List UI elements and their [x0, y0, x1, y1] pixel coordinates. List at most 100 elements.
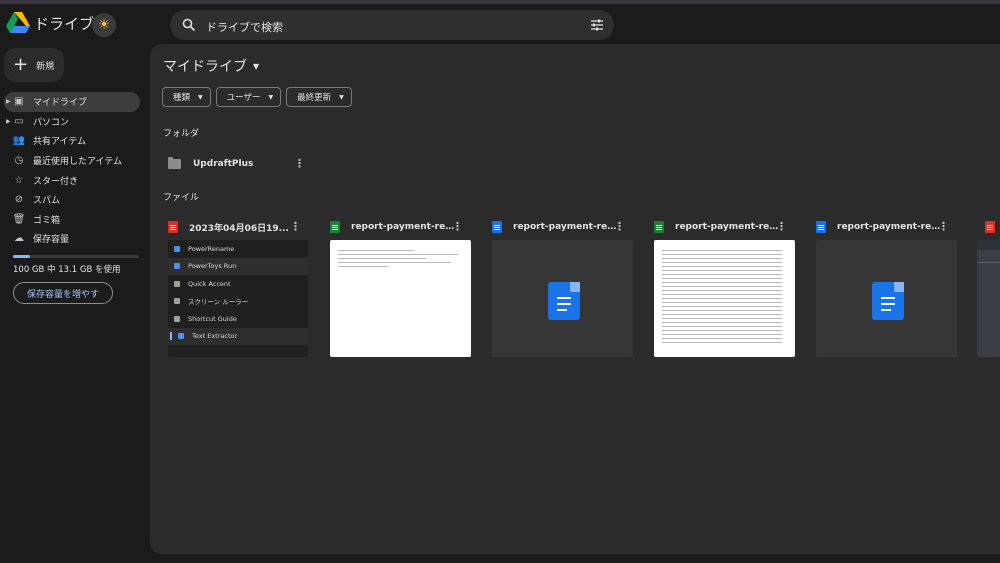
image-file-icon: [168, 221, 178, 233]
sidebar-item-computers[interactable]: ▶ ▭ パソコン: [4, 112, 140, 132]
sidebar-item-label: ゴミ箱: [33, 215, 61, 226]
sidebar-item-starred[interactable]: ☆ スター付き: [4, 170, 140, 190]
recent-icon: ◷: [14, 155, 24, 167]
app-title: ドライブ: [34, 14, 95, 33]
spreadsheet-preview: [662, 250, 788, 346]
more-options-icon[interactable]: ⋮: [938, 220, 949, 233]
thumbnail-menu-item: PowerToys Run: [168, 257, 308, 275]
sidebar-nav: ▶ ▣ マイドライブ ▶ ▭ パソコン 👥 共有アイテム ◷ 最近使用したアイテ…: [4, 92, 140, 249]
sheets-file-icon: [654, 221, 664, 233]
sheets-file-icon: [330, 221, 340, 233]
sidebar-item-shared[interactable]: 👥 共有アイテム: [4, 131, 140, 151]
image-file-icon: [985, 221, 995, 233]
filter-type-chip[interactable]: 種類 ▼: [162, 87, 211, 107]
file-card-header: report-payment-res... ⋮: [648, 214, 803, 240]
file-card[interactable]: report-payment-res... ⋮: [648, 214, 803, 360]
header: ドライブ ☀ ドライブで検索: [0, 4, 1000, 44]
file-name: report-payment-res...: [675, 222, 783, 232]
file-thumbnail: [330, 240, 471, 357]
file-card[interactable]: report-payment-res... ⋮: [810, 214, 965, 360]
file-card-header: report-payment-res... ⋮: [324, 214, 479, 240]
thumbnail-menu-item: スクリーン ルーラー: [168, 293, 308, 311]
file-name: report-payment-res...: [837, 222, 945, 232]
search-input[interactable]: ドライブで検索: [206, 19, 283, 35]
thumbnail-menu-item: Quick Accent: [168, 275, 308, 293]
sidebar-item-label: 共有アイテム: [33, 137, 87, 148]
sidebar-item-label: パソコン: [33, 117, 70, 128]
star-icon: ☆: [14, 174, 24, 186]
more-options-icon[interactable]: ⋮: [614, 220, 625, 233]
filter-people-chip[interactable]: ユーザー ▼: [215, 87, 282, 107]
file-thumbnail: PowerRename PowerToys Run Quick Accent ス…: [168, 240, 308, 357]
filter-modified-chip[interactable]: 最終更新 ▼: [286, 87, 352, 107]
expand-caret-icon[interactable]: ▶: [6, 98, 11, 105]
computers-icon: ▭: [14, 115, 24, 127]
docs-file-icon: [492, 221, 502, 233]
trash-icon: 🗑: [12, 213, 26, 225]
file-thumbnail: [492, 240, 633, 357]
storage-bar: [13, 255, 139, 258]
files-section-label: ファイル: [163, 193, 200, 203]
spreadsheet-preview: [338, 250, 464, 270]
file-name: report-payment-res...: [351, 222, 459, 232]
file-card-header: report-payment-res... ⋮: [810, 214, 965, 240]
drive-logo[interactable]: ドライブ: [6, 12, 94, 34]
file-name: 2023年04月06日19...: [189, 223, 289, 234]
sidebar: + 新規 ▶ ▣ マイドライブ ▶ ▭ パソコン 👥 共有アイテム ◷ 最近使用…: [0, 44, 150, 563]
search-icon[interactable]: [182, 18, 196, 32]
chevron-down-icon: ▼: [198, 93, 203, 101]
sidebar-item-label: 保存容量: [33, 235, 70, 246]
plus-icon: +: [13, 54, 29, 75]
more-options-icon[interactable]: ⋮: [776, 220, 787, 233]
more-options-icon[interactable]: ⋮: [294, 157, 305, 170]
new-button-label: 新規: [36, 61, 55, 72]
filter-chip-label: 最終更新: [297, 93, 332, 103]
file-card[interactable]: report-payment-res... ⋮: [324, 214, 479, 360]
sun-icon[interactable]: ☀: [92, 13, 116, 37]
my-drive-icon: ▣: [14, 96, 24, 108]
chevron-down-icon: ▼: [339, 93, 344, 101]
thumbnail-menu-item: Shortcut Guide: [168, 310, 308, 328]
new-button[interactable]: + 新規: [4, 48, 64, 82]
more-options-icon[interactable]: ⋮: [452, 220, 463, 233]
file-card-partial[interactable]: [977, 214, 1000, 360]
file-card[interactable]: report-payment-res... ⋮: [486, 214, 641, 360]
sidebar-item-storage[interactable]: ☁ 保存容量: [4, 229, 140, 249]
tune-icon[interactable]: [590, 18, 604, 32]
file-thumbnail: [816, 240, 957, 357]
chevron-down-icon: ▼: [253, 61, 260, 71]
file-card-header: 2023年04月06日19... ⋮: [162, 214, 317, 240]
sidebar-item-recent[interactable]: ◷ 最近使用したアイテム: [4, 151, 140, 171]
filter-chip-label: ユーザー: [226, 93, 261, 103]
thumbnail-menu-item: PowerRename: [168, 240, 308, 258]
filter-chip-label: 種類: [173, 93, 191, 103]
search-bar[interactable]: ドライブで検索: [170, 10, 614, 40]
sidebar-item-my-drive[interactable]: ▶ ▣ マイドライブ: [4, 92, 140, 112]
file-name: report-payment-res...: [513, 222, 621, 232]
filter-chips: 種類 ▼ ユーザー ▼ 最終更新 ▼: [162, 87, 357, 107]
file-card[interactable]: 2023年04月06日19... ⋮ PowerRename PowerToys…: [162, 214, 317, 360]
sidebar-item-label: 最近使用したアイテム: [33, 157, 123, 168]
sidebar-item-trash[interactable]: 🗑 ゴミ箱: [4, 210, 140, 230]
more-options-icon[interactable]: ⋮: [290, 220, 301, 233]
file-thumbnail: [977, 240, 1000, 357]
docs-file-icon: [816, 221, 826, 233]
page-title[interactable]: マイドライブ ▼: [163, 56, 259, 76]
sidebar-item-label: マイドライブ: [33, 98, 88, 109]
folders-section-label: フォルダ: [163, 129, 200, 139]
storage-bar-fill: [13, 255, 30, 258]
chevron-down-icon: ▼: [268, 93, 274, 101]
docs-large-icon: [872, 282, 904, 320]
thumbnail-menu-item: Text Extractor: [168, 327, 308, 345]
folder-icon: [168, 157, 181, 169]
get-more-storage-button[interactable]: 保存容量を増やす: [13, 282, 113, 304]
sidebar-item-spam[interactable]: ⊘ スパム: [4, 190, 140, 210]
file-card-header: report-payment-res... ⋮: [486, 214, 641, 240]
folder-item[interactable]: UpdraftPlus ⋮: [168, 152, 308, 176]
expand-caret-icon[interactable]: ▶: [6, 118, 11, 125]
main-content: マイドライブ ▼ 種類 ▼ ユーザー ▼ 最終更新 ▼ フォルダ Updraft…: [150, 44, 1000, 554]
docs-large-icon: [548, 282, 580, 320]
file-thumbnail: [654, 240, 795, 357]
storage-usage-text: 100 GB 中 13.1 GB を使用: [13, 265, 121, 275]
drive-logo-icon: [6, 12, 30, 33]
